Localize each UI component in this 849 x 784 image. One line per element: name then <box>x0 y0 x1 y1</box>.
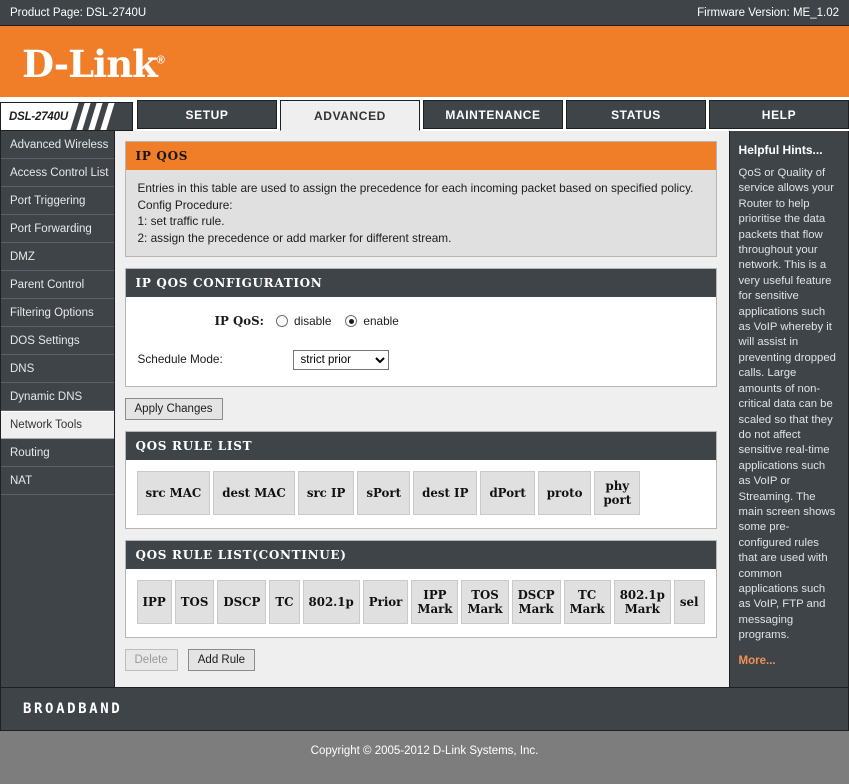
table-header-row: IPP TOS DSCP TC 802.1p Prior IPP Mark TO… <box>136 579 705 624</box>
sidebar-item-dynamic-dns[interactable]: Dynamic DNS <box>1 383 114 411</box>
copyright-text: Copyright © 2005-2012 D-Link Systems, In… <box>310 745 539 757</box>
col-8021p: 802.1p <box>302 579 360 624</box>
tab-setup[interactable]: SETUP <box>137 100 277 129</box>
hints-more-link[interactable]: More... <box>739 655 839 667</box>
schedule-mode-label: Schedule Mode: <box>137 352 223 367</box>
broadband-footer-bar: BROADBAND <box>0 687 849 731</box>
router-admin-page: Product Page: DSL-2740U Firmware Version… <box>0 0 849 784</box>
config-body: IP QoS: disable enable Schedule Mode: st… <box>125 297 716 386</box>
tab-help[interactable]: HELP <box>709 100 849 129</box>
broadband-label: BROADBAND <box>23 701 123 717</box>
col-tos-mark: TOS Mark <box>461 579 509 624</box>
radio-disable-icon[interactable] <box>276 315 289 328</box>
hints-body: QoS or Quality of service allows your Ro… <box>738 167 836 642</box>
description-line-3: 1: set traffic rule. <box>137 214 225 228</box>
ip-qos-info-panel: IP QOS Entries in this table are used to… <box>124 141 717 257</box>
col-ipp: IPP <box>136 579 172 624</box>
main-content: IP QOS Entries in this table are used to… <box>114 131 729 687</box>
col-sel: sel <box>673 579 705 624</box>
page-body: Advanced Wireless Access Control List Po… <box>0 131 849 687</box>
col-sport: sPort <box>357 470 411 515</box>
sidebar-item-port-forwarding[interactable]: Port Forwarding <box>1 215 114 243</box>
registered-mark: ® <box>156 54 165 67</box>
col-dest-mac: dest MAC <box>213 470 295 515</box>
ip-qos-description: Entries in this table are used to assign… <box>125 170 716 256</box>
main-nav: DSL-2740U SETUP ADVANCED MAINTENANCE STA… <box>0 100 849 131</box>
rule-actions-row: Delete Add Rule <box>124 648 717 671</box>
col-tc-mark: TC Mark <box>563 579 611 624</box>
dlink-logo: D-Link® <box>22 42 165 86</box>
ipqos-row: IP QoS: disable enable <box>138 307 704 336</box>
col-tos: TOS <box>174 579 215 624</box>
qos-rule-continue-table: IPP TOS DSCP TC 802.1p Prior IPP Mark TO… <box>134 577 708 627</box>
add-rule-button[interactable]: Add Rule <box>187 648 256 671</box>
sidebar-item-dns[interactable]: DNS <box>1 355 114 383</box>
ip-qos-title: IP QOS <box>125 142 716 170</box>
col-dscp: DSCP <box>217 579 267 624</box>
col-tc: TC <box>269 579 300 624</box>
col-ipp-mark: IPP Mark <box>411 579 459 624</box>
helpful-hints-panel: Helpful Hints... QoS or Quality of servi… <box>728 131 848 687</box>
qos-rule-list-body: src MAC dest MAC src IP sPort dest IP dP… <box>125 459 716 528</box>
sidebar-item-network-tools[interactable]: Network Tools <box>1 411 114 439</box>
col-phy-port: phy port <box>594 470 641 515</box>
col-src-mac: src MAC <box>136 470 211 515</box>
apply-changes-button[interactable]: Apply Changes <box>124 397 223 420</box>
sidebar-item-parent-control[interactable]: Parent Control <box>1 271 114 299</box>
qos-rule-table: src MAC dest MAC src IP sPort dest IP dP… <box>134 468 644 518</box>
ip-qos-configuration-panel: IP QOS CONFIGURATION IP QoS: disable ena… <box>124 268 717 387</box>
ipqos-label: IP QoS: <box>214 314 265 328</box>
product-page-label: Product Page: DSL-2740U <box>10 6 147 19</box>
config-title: IP QOS CONFIGURATION <box>125 269 716 297</box>
col-dscp-mark: DSCP Mark <box>511 579 561 624</box>
qos-rule-list-continue-title: QOS RULE LIST(CONTINUE) <box>125 540 716 569</box>
ipqos-enable-label: enable <box>363 314 399 328</box>
sidebar-nav: Advanced Wireless Access Control List Po… <box>1 131 115 687</box>
brand-banner: D-Link® <box>0 26 849 100</box>
schedule-mode-row: Schedule Mode: strict prior <box>138 336 704 376</box>
model-name-label: DSL-2740U <box>1 103 72 130</box>
top-status-bar: Product Page: DSL-2740U Firmware Version… <box>0 0 849 26</box>
col-dest-ip: dest IP <box>413 470 478 515</box>
nav-tabs: SETUP ADVANCED MAINTENANCE STATUS HELP <box>137 100 849 131</box>
ipqos-disable-label: disable <box>294 314 332 328</box>
col-8021p-mark: 802.1p Mark <box>613 579 671 624</box>
description-line-2: Config Procedure: <box>137 197 233 212</box>
table-header-row: src MAC dest MAC src IP sPort dest IP dP… <box>136 470 641 515</box>
tab-status[interactable]: STATUS <box>566 100 706 129</box>
model-badge: DSL-2740U <box>0 102 133 131</box>
col-dport: dPort <box>480 470 535 515</box>
sidebar-item-filtering-options[interactable]: Filtering Options <box>1 299 114 327</box>
hints-title: Helpful Hints... <box>738 143 823 157</box>
apply-button-row: Apply Changes <box>124 397 717 420</box>
sidebar-item-port-triggering[interactable]: Port Triggering <box>1 187 114 215</box>
qos-rule-list-title: QOS RULE LIST <box>125 431 716 460</box>
ipqos-enable-option[interactable]: enable <box>345 313 399 330</box>
radio-enable-icon[interactable] <box>345 315 358 328</box>
qos-rule-list-continue-panel: QOS RULE LIST(CONTINUE) IPP TOS DSCP TC … <box>124 539 717 638</box>
qos-rule-list-continue-body: IPP TOS DSCP TC 802.1p Prior IPP Mark TO… <box>125 568 716 637</box>
sidebar-item-access-control-list[interactable]: Access Control List <box>1 159 114 187</box>
sidebar-item-dmz[interactable]: DMZ <box>1 243 114 271</box>
sidebar-item-nat[interactable]: NAT <box>1 467 114 495</box>
tab-advanced[interactable]: ADVANCED <box>280 100 420 131</box>
firmware-version-label: Firmware Version: ME_1.02 <box>697 6 839 19</box>
sidebar-item-routing[interactable]: Routing <box>1 439 114 467</box>
ipqos-disable-option[interactable]: disable <box>276 313 331 330</box>
sidebar-item-advanced-wireless[interactable]: Advanced Wireless <box>1 131 114 159</box>
copyright-bar: Copyright © 2005-2012 D-Link Systems, In… <box>0 731 849 771</box>
col-prior: Prior <box>362 579 409 624</box>
description-line-4: 2: assign the precedence or add marker f… <box>137 230 452 245</box>
delete-button[interactable]: Delete <box>124 648 178 671</box>
qos-rule-list-panel: QOS RULE LIST src MAC dest MAC src IP sP… <box>124 430 717 529</box>
slash-decoration-icon <box>67 103 131 130</box>
description-line-1: Entries in this table are used to assign… <box>137 181 694 195</box>
col-proto: proto <box>537 470 592 515</box>
dlink-logo-text: D-Link <box>22 42 158 86</box>
sidebar-item-dos-settings[interactable]: DOS Settings <box>1 327 114 355</box>
tab-maintenance[interactable]: MAINTENANCE <box>423 100 563 129</box>
col-src-ip: src IP <box>297 470 355 515</box>
schedule-mode-select[interactable]: strict prior <box>292 349 389 370</box>
